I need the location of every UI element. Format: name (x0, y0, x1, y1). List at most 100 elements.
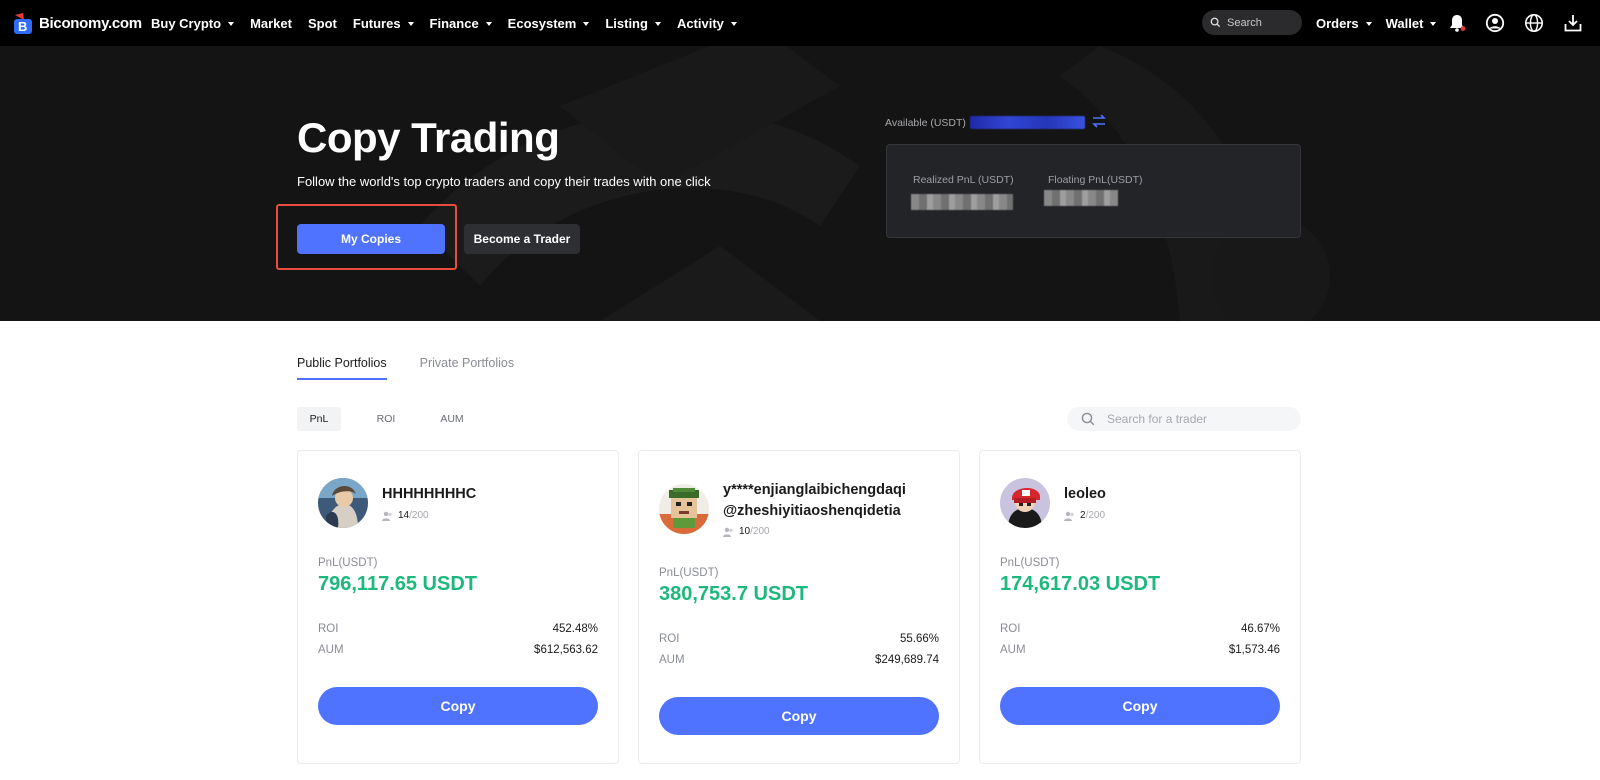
copy-button[interactable]: Copy (1000, 687, 1280, 725)
aum-label: AUM (318, 644, 344, 656)
trader-name[interactable]: leoleo (1064, 484, 1106, 505)
pnl-label: PnL(USDT) (659, 567, 719, 579)
follower-count: 10/200 (723, 526, 770, 537)
chevron-down-icon (407, 21, 414, 26)
nav-right: Orders Wallet (1316, 0, 1450, 46)
nav-label: Finance (429, 15, 479, 31)
nav-search-box[interactable]: Search (1202, 10, 1302, 35)
aum-row: AUM $249,689.74 (659, 654, 939, 666)
nav-label: Wallet (1385, 15, 1424, 31)
trader-name[interactable]: y****enjianglaibichengdaqi @zheshiyitiao… (723, 480, 953, 522)
chevron-down-icon (730, 21, 737, 26)
filter-roi[interactable]: ROI (365, 407, 407, 431)
nav-spot[interactable]: Spot (308, 16, 337, 31)
users-icon (382, 511, 392, 521)
nav-label: Spot (307, 15, 337, 31)
nav-listing[interactable]: Listing (605, 16, 661, 31)
follower-max: /200 (1085, 510, 1106, 521)
sort-filters: PnL ROI AUM (297, 407, 473, 431)
nav-activity[interactable]: Activity (677, 16, 737, 31)
chevron-down-icon (1430, 21, 1437, 26)
follower-current: 14 (398, 510, 410, 521)
aum-value: $612,563.62 (534, 644, 598, 656)
follower-count: 14/200 (382, 510, 429, 521)
roi-label: ROI (659, 633, 680, 645)
aum-label: AUM (1000, 644, 1026, 656)
available-balance-redacted (970, 116, 1085, 129)
trader-card: y****enjianglaibichengdaqi @zheshiyitiao… (638, 450, 960, 764)
search-icon (1210, 17, 1221, 28)
tab-private-portfolios[interactable]: Private Portfolios (420, 356, 514, 380)
avatar[interactable] (659, 484, 709, 534)
trader-search-box (1067, 407, 1301, 431)
roi-label: ROI (1000, 623, 1021, 635)
nav-search-placeholder: Search (1227, 16, 1262, 29)
nav-label: Buy Crypto (151, 15, 222, 31)
hero-banner: Copy Trading Follow the world's top cryp… (0, 46, 1600, 321)
main-menu: Buy Crypto Market Spot Futures Finance E… (151, 0, 753, 46)
logo[interactable]: B Biconomy.com (12, 11, 142, 35)
my-copies-button[interactable]: My Copies (297, 224, 445, 254)
nav-label: Market (250, 15, 292, 31)
nav-label: Listing (605, 15, 648, 31)
realized-pnl-label: Realized PnL (USDT) (913, 174, 1014, 186)
aum-row: AUM $1,573.46 (1000, 644, 1280, 656)
nav-buy-crypto[interactable]: Buy Crypto (151, 15, 235, 31)
language-globe-icon[interactable] (1523, 12, 1545, 34)
chevron-down-icon (228, 21, 235, 26)
pnl-stats-card: Realized PnL (USDT) Floating PnL(USDT) (886, 144, 1301, 238)
floating-pnl-redacted (1044, 190, 1118, 206)
copy-button[interactable]: Copy (659, 697, 939, 735)
tab-public-portfolios[interactable]: Public Portfolios (297, 356, 387, 380)
roi-row: ROI 55.66% (659, 633, 939, 645)
logo-text: Biconomy.com (39, 14, 142, 32)
nav-futures[interactable]: Futures (353, 16, 414, 31)
aum-value: $1,573.46 (1228, 644, 1280, 656)
chevron-down-icon (583, 21, 590, 26)
notification-bell-icon[interactable] (1446, 12, 1468, 34)
trader-name[interactable]: HHHHHHHHC (382, 484, 476, 505)
roi-row: ROI 46.67% (1000, 623, 1280, 635)
trader-card: HHHHHHHHC 14/200 PnL(USDT) 796,117.65 US… (297, 450, 619, 764)
filter-aum[interactable]: AUM (431, 407, 473, 431)
pnl-label: PnL(USDT) (318, 557, 378, 569)
search-icon (1081, 412, 1095, 426)
chevron-down-icon (1365, 21, 1372, 26)
download-icon[interactable] (1562, 12, 1584, 34)
copy-button[interactable]: Copy (318, 687, 598, 725)
follower-max: /200 (750, 526, 770, 537)
pnl-label: PnL(USDT) (1000, 557, 1060, 569)
chevron-down-icon (485, 21, 492, 26)
nav-ecosystem[interactable]: Ecosystem (508, 16, 590, 31)
floating-pnl-label: Floating PnL(USDT) (1048, 174, 1143, 186)
logo-icon: B (12, 11, 36, 35)
nav-label: Orders (1316, 15, 1359, 31)
avatar[interactable] (1000, 478, 1050, 528)
follower-current: 10 (739, 526, 751, 537)
portfolio-tabs: Public Portfolios Private Portfolios (297, 356, 514, 380)
available-balance-label: Available (USDT) (885, 117, 966, 129)
top-nav: B Biconomy.com Buy Crypto Market Spot Fu… (0, 0, 1600, 46)
filter-pnl[interactable]: PnL (297, 407, 341, 431)
nav-label: Futures (352, 15, 401, 31)
chevron-down-icon (654, 21, 661, 26)
become-trader-button[interactable]: Become a Trader (464, 224, 580, 254)
aum-row: AUM $612,563.62 (318, 644, 598, 656)
roi-value: 46.67% (1240, 623, 1280, 635)
page-subtitle: Follow the world's top crypto traders an… (297, 174, 711, 189)
users-icon (1064, 511, 1074, 521)
svg-text:B: B (18, 19, 27, 34)
nav-orders[interactable]: Orders (1316, 16, 1372, 31)
nav-label: Ecosystem (507, 15, 577, 31)
aum-value: $249,689.74 (875, 654, 939, 666)
transfer-swap-icon[interactable] (1091, 113, 1107, 134)
realized-pnl-redacted (911, 194, 1013, 210)
user-account-icon[interactable] (1484, 12, 1506, 34)
hero-background-pattern (420, 46, 1330, 321)
nav-finance[interactable]: Finance (430, 16, 492, 31)
nav-wallet[interactable]: Wallet (1386, 16, 1437, 31)
avatar[interactable] (318, 478, 368, 528)
nav-market[interactable]: Market (250, 16, 292, 31)
trader-search-input[interactable] (1107, 412, 1287, 426)
roi-value: 55.66% (899, 633, 939, 645)
